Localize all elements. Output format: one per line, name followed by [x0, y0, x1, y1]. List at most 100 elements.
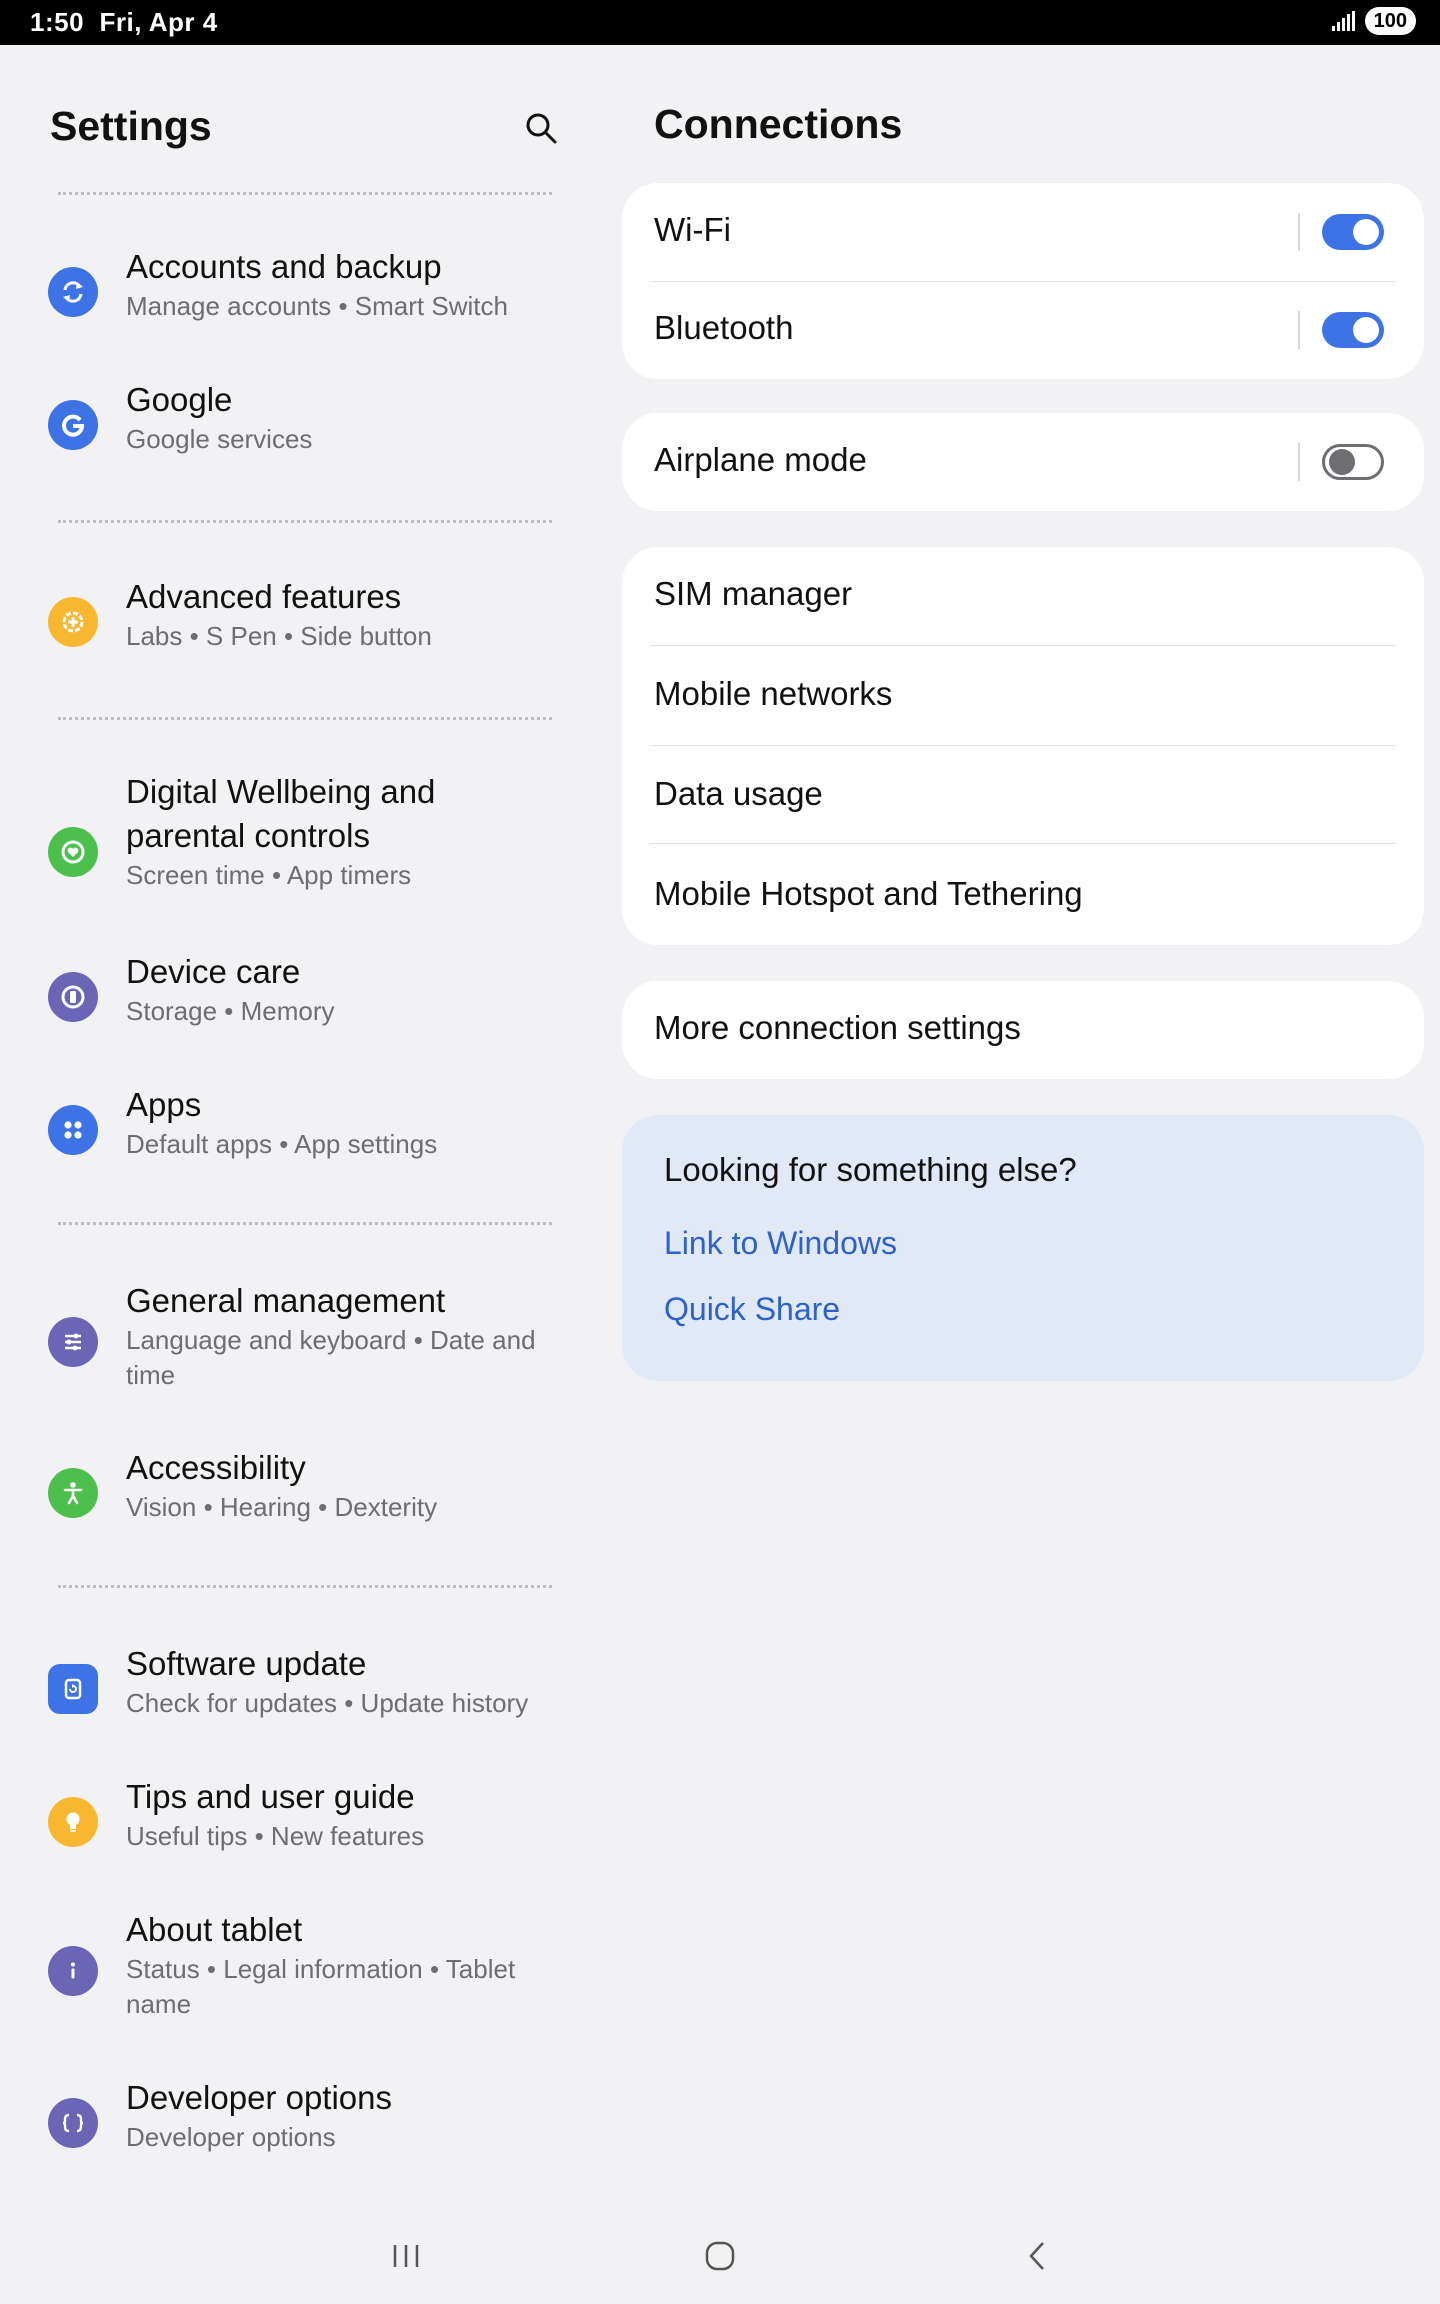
item-subtitle: Useful tips • New features: [126, 1821, 425, 1851]
network-card: SIM manager Mobile networks Data usage M…: [622, 547, 1424, 945]
mobile-hotspot-label: Mobile Hotspot and Tethering: [654, 875, 1083, 912]
row-separator: [1298, 443, 1300, 481]
apps-grid-icon: [48, 1105, 98, 1155]
toggle-knob: [1329, 449, 1355, 475]
info-icon: [48, 1946, 98, 1996]
suggestions-card: Looking for something else? Link to Wind…: [622, 1115, 1424, 1381]
toggle-knob: [1353, 317, 1379, 343]
device-care-icon: [48, 972, 98, 1022]
item-subtitle: Vision • Hearing • Dexterity: [126, 1492, 438, 1522]
item-subtitle: Language and keyboard • Date and time: [126, 1325, 536, 1390]
item-subtitle: Check for updates • Update history: [126, 1688, 529, 1718]
settings-item-developer-options[interactable]: Developer options Developer options: [0, 2076, 600, 2186]
item-title: Advanced features: [126, 578, 402, 615]
airplane-mode-row[interactable]: Airplane mode: [622, 413, 1424, 511]
settings-list-pane: Settings Accounts and backup Manage acco…: [0, 45, 600, 2195]
wifi-row[interactable]: Wi-Fi: [622, 183, 1424, 281]
item-title: Developer options: [126, 2079, 392, 2116]
status-date: Fri, Apr 4: [99, 7, 218, 37]
status-time: 1:50 Fri, Apr 4: [30, 7, 218, 37]
recent-apps-icon: [393, 2245, 419, 2267]
bluetooth-row[interactable]: Bluetooth: [622, 281, 1424, 379]
plus-gear-icon: [48, 597, 98, 647]
group-divider: [58, 192, 552, 195]
lightbulb-icon: [48, 1797, 98, 1847]
item-subtitle: Screen time • App timers: [126, 860, 412, 890]
suggestions-heading: Looking for something else?: [664, 1151, 1077, 1188]
item-title: Software update: [126, 1645, 367, 1682]
battery-indicator: 100: [1364, 7, 1416, 35]
item-title: Accessibility: [126, 1449, 306, 1486]
signal-icon: [1331, 11, 1355, 31]
settings-item-device-care[interactable]: Device care Storage • Memory: [0, 950, 600, 1060]
back-icon: [1029, 2242, 1044, 2270]
status-bar: 1:50 Fri, Apr 4 100: [0, 0, 1440, 45]
item-title: Google: [126, 381, 233, 418]
heart-circle-icon: [48, 827, 98, 877]
settings-item-advanced-features[interactable]: Advanced features Labs • S Pen • Side bu…: [0, 575, 600, 685]
settings-item-digital-wellbeing[interactable]: Digital Wellbeing and parental controls …: [0, 770, 600, 940]
settings-item-tips-user-guide[interactable]: Tips and user guide Useful tips • New fe…: [0, 1775, 600, 1885]
navigation-bar: [0, 2208, 1440, 2304]
data-usage-row[interactable]: Data usage: [622, 745, 1424, 843]
settings-item-software-update[interactable]: Software update Check for updates • Upda…: [0, 1642, 600, 1752]
status-icons: 100: [1331, 7, 1416, 35]
group-divider: [58, 717, 552, 720]
item-title: Device care: [126, 953, 301, 990]
item-subtitle: Default apps • App settings: [126, 1129, 438, 1159]
sim-manager-row[interactable]: SIM manager: [622, 547, 1424, 645]
accessibility-icon: [48, 1468, 98, 1518]
recent-apps-button[interactable]: [376, 2228, 436, 2284]
group-divider: [58, 520, 552, 523]
settings-item-apps[interactable]: Apps Default apps • App settings: [0, 1083, 600, 1193]
software-update-icon: [48, 1664, 98, 1714]
sync-icon: [48, 267, 98, 317]
item-subtitle: Manage accounts • Smart Switch: [126, 291, 508, 321]
mobile-networks-row[interactable]: Mobile networks: [622, 645, 1424, 745]
row-separator: [1298, 311, 1300, 349]
group-divider: [58, 1585, 552, 1588]
item-title: Apps: [126, 1086, 202, 1123]
back-button[interactable]: [1008, 2228, 1068, 2284]
search-icon: [526, 113, 557, 144]
group-divider: [58, 1222, 552, 1225]
more-connection-settings-label: More connection settings: [654, 1009, 1021, 1046]
settings-item-accounts-backup[interactable]: Accounts and backup Manage accounts • Sm…: [0, 245, 600, 355]
mobile-networks-label: Mobile networks: [654, 675, 893, 712]
page-title: Settings: [50, 103, 212, 149]
mobile-hotspot-row[interactable]: Mobile Hotspot and Tethering: [622, 843, 1424, 945]
more-card: More connection settings: [622, 981, 1424, 1079]
bluetooth-toggle[interactable]: [1322, 312, 1384, 348]
item-subtitle: Storage • Memory: [126, 996, 335, 1026]
home-icon: [705, 2241, 735, 2271]
bluetooth-label: Bluetooth: [654, 309, 794, 346]
row-separator: [1298, 213, 1300, 251]
item-subtitle: Google services: [126, 424, 313, 454]
settings-item-general-management[interactable]: General management Language and keyboard…: [0, 1279, 600, 1419]
data-usage-label: Data usage: [654, 775, 823, 812]
settings-item-about-tablet[interactable]: About tablet Status • Legal information …: [0, 1908, 600, 2048]
item-title: About tablet: [126, 1911, 303, 1948]
airplane-mode-label: Airplane mode: [654, 441, 867, 478]
settings-item-accessibility[interactable]: Accessibility Vision • Hearing • Dexteri…: [0, 1446, 600, 1556]
settings-item-google[interactable]: Google Google services: [0, 378, 600, 488]
item-subtitle: Labs • S Pen • Side button: [126, 621, 432, 651]
sliders-icon: [48, 1317, 98, 1367]
item-title: General management: [126, 1282, 446, 1319]
braces-icon: [48, 2098, 98, 2148]
wifi-label: Wi-Fi: [654, 211, 731, 248]
home-button[interactable]: [690, 2228, 750, 2284]
google-icon: [48, 400, 98, 450]
link-to-windows-link[interactable]: Link to Windows: [664, 1225, 897, 1262]
wireless-card: Wi-Fi Bluetooth: [622, 183, 1424, 379]
more-connection-settings-row[interactable]: More connection settings: [622, 981, 1424, 1079]
sim-manager-label: SIM manager: [654, 575, 853, 612]
airplane-card: Airplane mode: [622, 413, 1424, 511]
toggle-knob: [1353, 219, 1379, 245]
wifi-toggle[interactable]: [1322, 214, 1384, 250]
item-title: Tips and user guide: [126, 1778, 415, 1815]
search-button[interactable]: [518, 105, 564, 151]
quick-share-link[interactable]: Quick Share: [664, 1291, 840, 1328]
item-title: Accounts and backup: [126, 248, 442, 285]
airplane-mode-toggle[interactable]: [1322, 444, 1384, 480]
